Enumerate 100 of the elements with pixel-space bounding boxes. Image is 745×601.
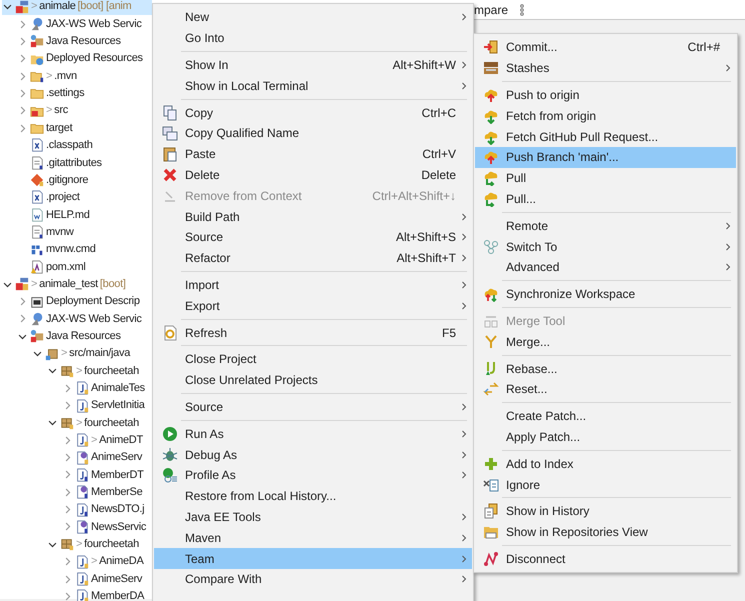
java-file-icon [75,468,89,482]
package-icon [60,416,74,430]
menu-item[interactable]: Disconnect [475,548,736,570]
menu-item[interactable]: Remote [475,215,736,236]
menu-item[interactable]: Delete Delete [154,164,472,186]
menu-item[interactable]: Export [154,295,472,316]
tree-item[interactable]: > fourcheetah [47,536,139,553]
tree-item[interactable]: Java Resources [17,328,121,345]
menu-item[interactable]: Profile As [154,464,472,486]
menu-item[interactable]: Show in Local Terminal [154,75,472,96]
menu-item[interactable]: Import [154,274,472,296]
git-marker: > [76,364,82,379]
tree-item[interactable]: NewsDTO.j [62,500,144,518]
menu-item[interactable]: Rebase... [475,358,736,379]
menu-item[interactable]: New [154,7,472,28]
item-label: ServletInitia [91,398,145,414]
tree-item[interactable]: AnimaleTes [62,380,145,397]
tree-item[interactable]: .gitignore [17,171,88,189]
menu-item[interactable]: Synchronize Workspace [475,284,736,305]
menu-item[interactable]: Copy Qualified Name [154,122,472,144]
tree-item[interactable]: mvnw [17,223,74,241]
menu-item[interactable]: Go Into [154,28,472,49]
tree-item[interactable]: > AnimeDT [62,432,143,449]
menu-item[interactable]: Advanced [475,256,736,278]
menu-item[interactable]: Maven [154,527,472,548]
menu-item[interactable]: Close Project [154,348,472,370]
tree-item[interactable]: Deployment Descrip [17,292,140,310]
menu-item[interactable]: Switch To [475,236,736,257]
item-label: NewsDTO.j [91,502,144,518]
menu-item[interactable]: Source Alt+Shift+S [154,226,472,248]
menu-item[interactable]: Build Path [154,206,472,227]
menu-item[interactable]: Fetch from origin [475,105,736,126]
item-label: mvnw [46,224,74,240]
menu-item[interactable]: Create Patch... [475,406,736,427]
commit-icon [482,39,498,56]
menu-label: Compare With [185,571,263,588]
tree-item[interactable]: AnimeServ [62,570,142,588]
tree-item[interactable]: > AnimeDA [62,553,144,570]
tree-item[interactable]: > src [17,102,68,120]
tree-item[interactable]: .gitattributes [17,154,102,172]
menu-item[interactable]: Close Unrelated Projects [154,370,472,391]
menu-item[interactable]: Fetch GitHub Pull Request... [475,126,736,147]
cloud-down-icon [482,108,498,124]
tree-item[interactable]: .classpath [17,136,93,154]
tree-item[interactable]: AnimeServ [62,448,142,466]
tree-item[interactable]: > fourcheetah [47,414,139,432]
menu-item[interactable]: Apply Patch... [475,426,736,448]
tree-item[interactable]: > fourcheetah [47,362,139,380]
tree-item[interactable]: ServletInitia [62,396,145,414]
menu-item[interactable]: Debug As [154,444,472,465]
menu-label: Fetch from origin [506,108,598,125]
tree-item[interactable]: > animale [boot] [anim [2,0,152,16]
tree-item[interactable]: target [17,119,72,137]
tree-item[interactable]: MemberDT [62,466,144,484]
menu-item[interactable]: Restore from Local History... [154,486,472,507]
tree-item[interactable]: Deployed Resources [17,50,143,68]
menu-item[interactable]: Source [154,396,472,418]
tree-item[interactable]: HELP.md [17,206,90,224]
menu-item[interactable]: Commit... Ctrl+# [475,37,736,58]
tree-item[interactable]: > src/main/java [32,344,130,362]
menu-item[interactable]: Java EE Tools [154,506,472,528]
tree-item[interactable]: .settings [17,84,84,102]
menu-item[interactable]: Compare With [154,568,472,590]
tree-item[interactable]: MemberSe [62,484,142,501]
menu-item[interactable]: Refactor Alt+Shift+T [154,248,472,269]
tree-item[interactable]: .project [17,188,80,206]
menu-item[interactable]: Ignore [475,474,736,495]
menu-item[interactable]: Reset... [475,378,736,400]
menu-item[interactable]: Add to Index [475,453,736,474]
menu-item[interactable]: Paste Ctrl+V [154,144,472,165]
menu-label: Create Patch... [506,408,588,426]
tree-item[interactable]: JAX-WS Web Servic [17,15,142,33]
tree-item[interactable]: pom.xml [17,258,86,276]
menu-item[interactable]: Push Branch 'main'... [475,146,736,168]
tree-item[interactable]: JAX-WS Web Servic [17,310,142,328]
menu-item[interactable]: Pull... [475,188,736,210]
menu-label: Profile As [185,467,237,484]
menu-item[interactable]: Show in History [475,500,736,522]
editor-tab[interactable]: mpare [474,0,508,18]
tree-item[interactable]: MemberDA [62,588,144,601]
tree-item[interactable]: mvnw.cmd [17,240,96,258]
descriptor-icon [30,294,44,309]
menu-item[interactable]: Stashes [475,58,736,79]
menu-item[interactable]: Show In Alt+Shift+W [154,54,472,76]
menu-label: Copy [185,104,214,122]
menu-item[interactable]: Refresh F5 [154,322,472,343]
menu-item[interactable]: Copy Ctrl+C [154,102,472,123]
menu-item[interactable]: Team [154,548,472,569]
tree-item[interactable]: NewsServic [62,518,146,536]
menu-item[interactable]: Push to origin [475,84,736,106]
menu-item[interactable]: Run As [154,423,472,444]
more-icon[interactable] [520,4,524,16]
menu-item[interactable]: Show in Repositories View [475,522,736,543]
menu-label: Commit... [506,39,558,56]
tree-item[interactable]: > animale_test [boot] [2,276,126,293]
tree-item[interactable]: > .mvn [17,67,77,85]
tree-item[interactable]: Java Resources [17,32,121,50]
copy-icon [162,104,178,121]
menu-item[interactable]: Merge... [475,331,736,352]
menu-item[interactable]: Pull [475,168,736,189]
